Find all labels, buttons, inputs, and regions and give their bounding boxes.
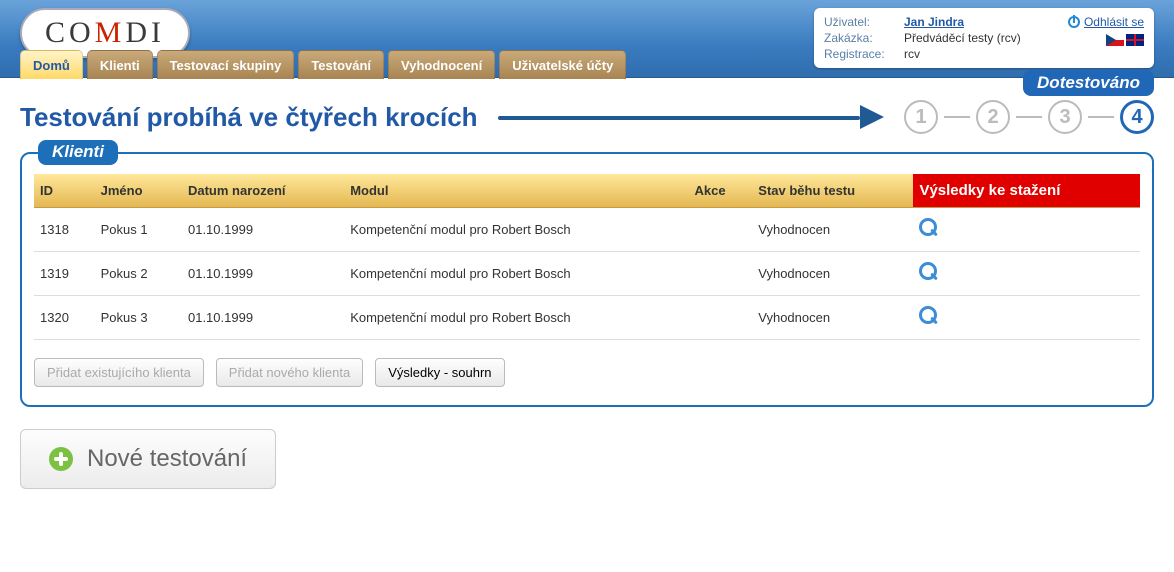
flag-cz[interactable] xyxy=(1106,34,1124,46)
language-flags xyxy=(1106,34,1144,46)
step-tag: Dotestováno xyxy=(1023,70,1154,96)
col-0: ID xyxy=(34,174,95,208)
step-indicator: 1 2 3 4 xyxy=(904,100,1154,134)
registration-label: Registrace: xyxy=(824,47,904,61)
registration-value: rcv xyxy=(904,47,920,61)
user-info-box: Uživatel: Jan Jindra Odhlásit se Zakázka… xyxy=(814,8,1154,68)
col-3: Modul xyxy=(344,174,688,208)
step-connector xyxy=(944,116,970,118)
tab-vyhodnocení[interactable]: Vyhodnocení xyxy=(388,50,495,79)
order-value: Předváděcí testy (rcv) xyxy=(904,31,1021,45)
new-test-label: Nové testování xyxy=(87,445,247,473)
logout-label: Odhlásit se xyxy=(1084,15,1144,29)
tab-uživatelské-účty[interactable]: Uživatelské účty xyxy=(499,50,626,79)
col-4: Akce xyxy=(688,174,752,208)
clients-panel: Klienti IDJménoDatum narozeníModulAkceSt… xyxy=(20,152,1154,407)
user-label: Uživatel: xyxy=(824,15,904,29)
tab-klienti[interactable]: Klienti xyxy=(87,50,153,79)
plus-icon xyxy=(49,447,73,471)
user-link[interactable]: Jan Jindra xyxy=(904,15,964,29)
col-6: Výsledky ke stažení xyxy=(913,174,1140,208)
logout-link[interactable]: Odhlásit se xyxy=(1068,15,1144,29)
step-3[interactable]: 3 xyxy=(1048,100,1082,134)
magnifier-icon[interactable] xyxy=(919,306,939,326)
col-2: Datum narození xyxy=(182,174,344,208)
add-existing-client-button: Přidat existujícího klienta xyxy=(34,358,204,387)
new-test-button[interactable]: Nové testování xyxy=(20,429,276,489)
col-5: Stav běhu testu xyxy=(752,174,913,208)
tab-testování[interactable]: Testování xyxy=(298,50,384,79)
arrow-icon xyxy=(498,113,884,121)
order-label: Zakázka: xyxy=(824,31,904,45)
main-tabs: DomůKlientiTestovací skupinyTestováníVyh… xyxy=(20,50,626,79)
step-4[interactable]: 4 xyxy=(1120,100,1154,134)
table-row: 1318Pokus 101.10.1999Kompetenční modul p… xyxy=(34,208,1140,252)
col-1: Jméno xyxy=(95,174,182,208)
tab-domů[interactable]: Domů xyxy=(20,50,83,79)
step-connector xyxy=(1088,116,1114,118)
tab-testovací-skupiny[interactable]: Testovací skupiny xyxy=(157,50,295,79)
clients-panel-title: Klienti xyxy=(38,140,118,165)
step-connector xyxy=(1016,116,1042,118)
magnifier-icon[interactable] xyxy=(919,262,939,282)
step-1[interactable]: 1 xyxy=(904,100,938,134)
page-title: Testování probíhá ve čtyřech krocích xyxy=(20,102,478,133)
clients-table: IDJménoDatum narozeníModulAkceStav běhu … xyxy=(34,174,1140,340)
logo-text: COMDI xyxy=(45,16,165,50)
results-summary-button[interactable]: Výsledky - souhrn xyxy=(375,358,504,387)
table-row: 1319Pokus 201.10.1999Kompetenční modul p… xyxy=(34,252,1140,296)
table-row: 1320Pokus 301.10.1999Kompetenční modul p… xyxy=(34,296,1140,340)
magnifier-icon[interactable] xyxy=(919,218,939,238)
power-icon xyxy=(1068,16,1080,28)
add-new-client-button: Přidat nového klienta xyxy=(216,358,363,387)
step-2[interactable]: 2 xyxy=(976,100,1010,134)
flag-uk[interactable] xyxy=(1126,34,1144,46)
